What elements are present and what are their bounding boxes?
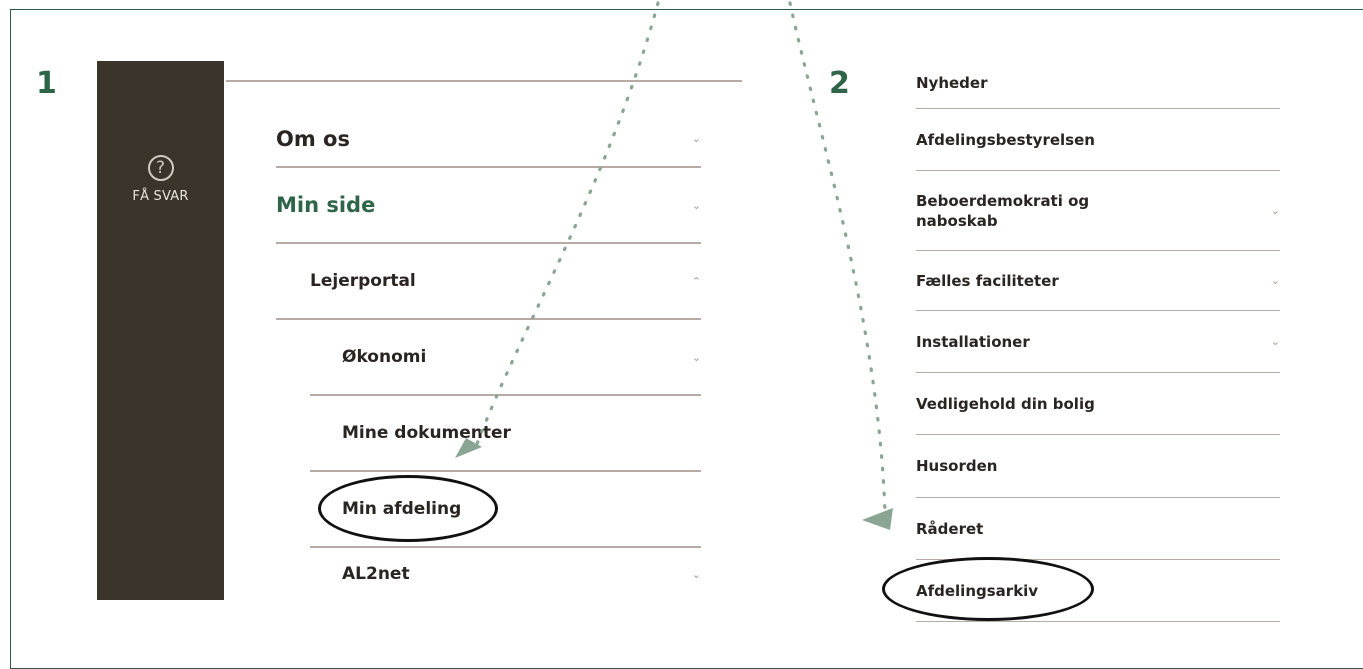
dotted-arrow-2 [788, 1, 887, 514]
arrow-head-2 [862, 508, 893, 530]
dotted-arrow-1 [475, 1, 660, 446]
annotation-overlay [455, 1, 893, 530]
